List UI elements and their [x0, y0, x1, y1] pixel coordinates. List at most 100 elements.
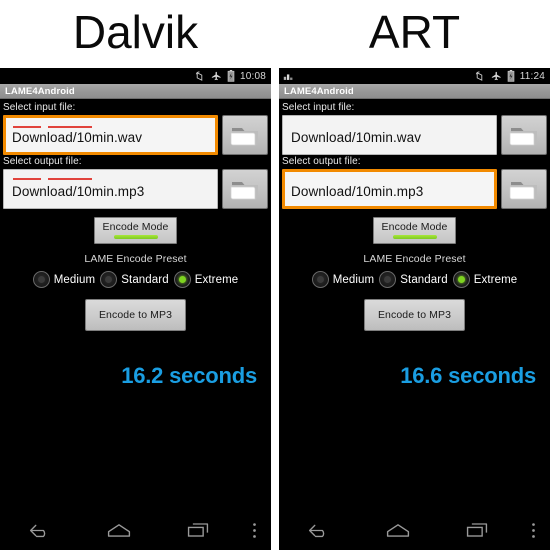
- preset-radio-extreme[interactable]: Extreme: [452, 271, 518, 288]
- output-file-label: Select output file:: [282, 156, 361, 167]
- preset-radio-standard[interactable]: Standard: [379, 271, 448, 288]
- folder-icon: [509, 128, 537, 146]
- preset-radio-label: Medium: [332, 273, 375, 286]
- nav-recents-button[interactable]: [437, 522, 516, 538]
- tab-active-indicator: [113, 235, 158, 239]
- spellcheck-underlines: [13, 178, 92, 180]
- folder-icon: [230, 182, 258, 200]
- encode-to-mp3-button[interactable]: Encode to MP3: [84, 299, 187, 331]
- result-time: 16.6 seconds: [400, 363, 536, 388]
- battery-icon: [227, 70, 235, 82]
- status-bar-notifications: [283, 71, 474, 81]
- input-browse-button[interactable]: [501, 115, 547, 155]
- preset-radio-medium[interactable]: Medium: [311, 271, 375, 288]
- output-browse-button[interactable]: [501, 169, 547, 209]
- navigation-bar: [279, 510, 550, 550]
- output-file-value: Download/10min.mp3: [12, 183, 145, 199]
- output-file-field[interactable]: Download/10min.mp3: [3, 169, 218, 209]
- recents-icon: [187, 523, 208, 537]
- input-file-field[interactable]: Download/10min.wav: [282, 115, 497, 155]
- tab-encode-mode-label: Encode Mode: [381, 221, 448, 233]
- app-content: Select input file: Download/10min.wav Se…: [279, 99, 550, 389]
- panel-heading-art: ART: [279, 0, 550, 68]
- status-bar-system-icons: 10:08: [194, 70, 266, 82]
- status-bar: 11:24: [279, 68, 550, 84]
- preset-radio-medium[interactable]: Medium: [32, 271, 96, 288]
- nav-home-button[interactable]: [79, 522, 158, 538]
- output-file-value: Download/10min.mp3: [291, 183, 424, 199]
- radio-icon: [100, 271, 118, 288]
- encode-button-wrap: Encode to MP3: [279, 299, 550, 331]
- spellcheck-underlines: [13, 126, 92, 128]
- back-icon: [308, 524, 324, 537]
- phone-screen-art: 11:24 LAME4Android Select input file: Do…: [279, 68, 550, 550]
- nav-recents-button[interactable]: [158, 522, 237, 538]
- folder-icon: [509, 182, 537, 200]
- preset-radio-label: Extreme: [473, 273, 518, 286]
- phone-screen-dalvik: 10:08 LAME4Android Select input file: Do…: [0, 68, 271, 550]
- input-file-label: Select input file:: [282, 102, 355, 113]
- nav-overflow-button[interactable]: [237, 522, 271, 539]
- preset-radio-label: Standard: [121, 273, 169, 286]
- app-title-bar: LAME4Android: [279, 84, 550, 99]
- airplane-mode-icon: [491, 71, 501, 80]
- folder-icon: [230, 128, 258, 146]
- input-file-value: Download/10min.wav: [12, 129, 143, 145]
- preset-radio-group: Medium Standard Extreme: [279, 271, 550, 288]
- back-icon: [29, 524, 45, 537]
- preset-radio-standard[interactable]: Standard: [100, 271, 169, 288]
- output-browse-button[interactable]: [222, 169, 268, 209]
- recents-icon: [466, 523, 487, 537]
- radio-icon: [32, 271, 50, 288]
- input-file-row: Download/10min.wav: [279, 115, 550, 155]
- preset-radio-group: Medium Standard Extreme: [0, 271, 271, 288]
- app-title-bar: LAME4Android: [0, 84, 271, 99]
- input-file-row: Download/10min.wav: [0, 115, 271, 155]
- status-bar-system-icons: 11:24: [474, 70, 545, 82]
- status-bar-clock: 11:24: [519, 70, 545, 82]
- radio-icon-selected: [452, 271, 470, 288]
- preset-radio-extreme[interactable]: Extreme: [173, 271, 239, 288]
- input-file-value: Download/10min.wav: [291, 129, 422, 145]
- tab-encode-mode[interactable]: Encode Mode: [93, 217, 178, 244]
- nav-back-button[interactable]: [0, 522, 79, 539]
- nav-home-button[interactable]: [358, 522, 437, 538]
- rotate-icon: [195, 70, 203, 81]
- preset-label: LAME Encode Preset: [84, 253, 187, 265]
- nav-overflow-button[interactable]: [516, 522, 550, 539]
- encode-mode-tabs: Encode Mode: [279, 217, 550, 244]
- preset-radio-label: Standard: [400, 273, 448, 286]
- preset-radio-label: Extreme: [194, 273, 239, 286]
- heading-text: ART: [368, 6, 461, 58]
- tab-encode-mode[interactable]: Encode Mode: [372, 217, 457, 244]
- radio-icon-selected: [173, 271, 191, 288]
- navigation-bar: [0, 510, 271, 550]
- overflow-menu-icon: [252, 522, 256, 538]
- radio-icon: [311, 271, 329, 288]
- input-browse-button[interactable]: [222, 115, 268, 155]
- input-file-field[interactable]: Download/10min.wav: [3, 115, 218, 155]
- output-file-row: Download/10min.mp3: [279, 169, 550, 209]
- rotate-icon: [475, 70, 482, 81]
- nav-back-button[interactable]: [279, 522, 358, 539]
- encode-button-wrap: Encode to MP3: [0, 299, 271, 331]
- tab-encode-mode-label: Encode Mode: [102, 221, 169, 233]
- output-file-label: Select output file:: [3, 156, 82, 167]
- output-file-field[interactable]: Download/10min.mp3: [282, 169, 497, 209]
- input-file-label: Select input file:: [3, 102, 76, 113]
- panel-art: ART 11:24 LAME4Android Select input file…: [279, 0, 550, 550]
- encode-to-mp3-button[interactable]: Encode to MP3: [363, 299, 466, 331]
- radio-icon: [379, 271, 397, 288]
- comparison-screenshot: Dalvik 10:08 LAME4Android Select input f…: [0, 0, 550, 550]
- heading-text: Dalvik: [72, 6, 199, 58]
- notification-icon: [283, 74, 293, 80]
- panel-heading-dalvik: Dalvik: [0, 0, 271, 68]
- home-icon: [107, 524, 130, 537]
- app-content: Select input file: Download/10min.wav Se…: [0, 99, 271, 389]
- result-time: 16.2 seconds: [121, 363, 257, 388]
- tab-active-indicator: [392, 235, 437, 239]
- status-bar-clock: 10:08: [239, 70, 266, 82]
- app-title: LAME4Android: [284, 85, 354, 97]
- app-title: LAME4Android: [5, 85, 75, 97]
- status-bar: 10:08: [0, 68, 271, 84]
